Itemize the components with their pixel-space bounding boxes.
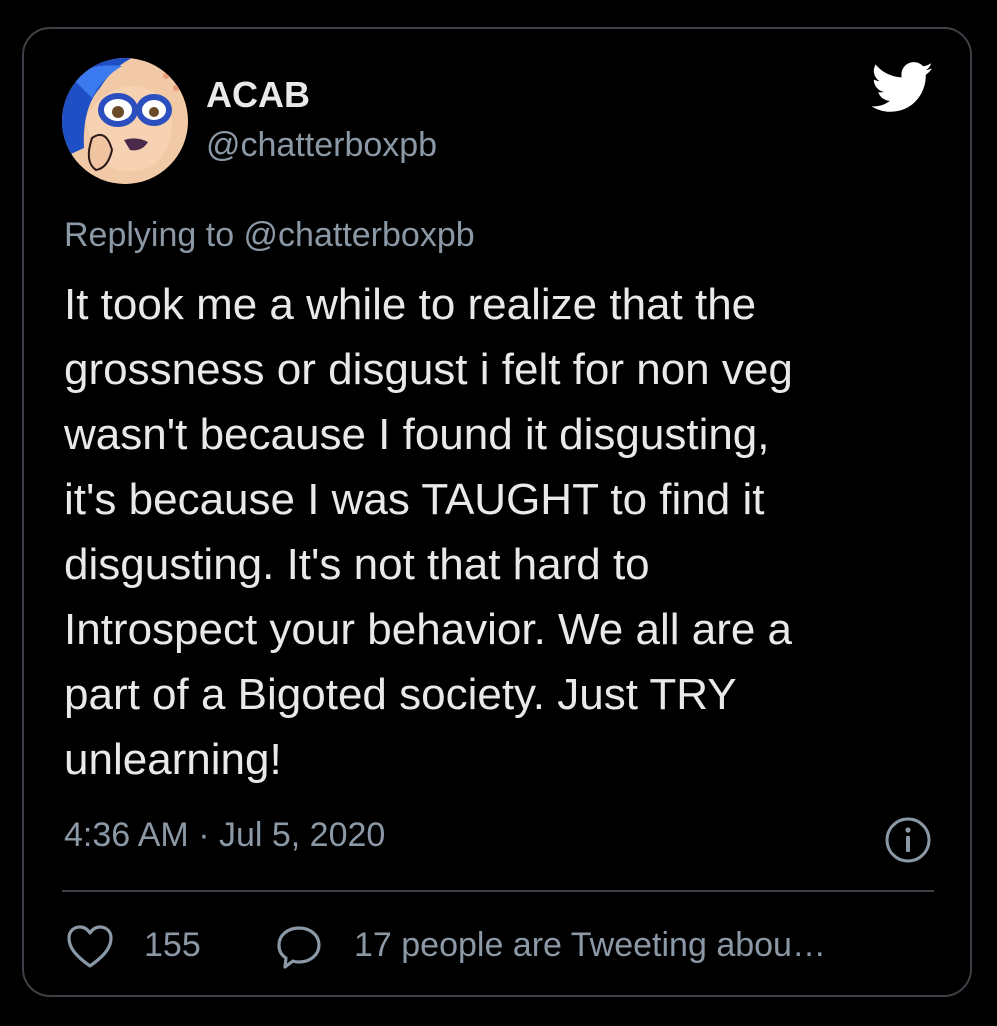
tweeting-about-link[interactable]: 17 people are Tweeting abou… bbox=[354, 926, 826, 965]
replying-to-text[interactable]: Replying to @chatterboxpb bbox=[64, 216, 475, 255]
tweet-text-line: it's because I was TAUGHT to find it bbox=[64, 475, 765, 524]
tweet-timestamp[interactable]: 4:36 AM · Jul 5, 2020 bbox=[64, 816, 385, 855]
tweet-text-line: It took me a while to realize that the bbox=[64, 280, 757, 329]
speech-bubble-icon[interactable] bbox=[276, 924, 322, 970]
tweet-text-line: unlearning! bbox=[64, 735, 282, 784]
divider bbox=[62, 890, 934, 892]
tweet-text-line: grossness or disgust i felt for non veg bbox=[64, 345, 793, 394]
like-count[interactable]: 155 bbox=[144, 926, 201, 965]
tweet-text-line: Introspect your behavior. We all are a bbox=[64, 605, 793, 654]
info-icon[interactable] bbox=[884, 816, 932, 864]
twitter-bird-icon[interactable] bbox=[871, 62, 934, 114]
tweet-text-line: disgusting. It's not that hard to bbox=[64, 540, 650, 589]
tweet-text-line: part of a Bigoted society. Just TRY bbox=[64, 670, 737, 719]
tweet-text-line: wasn't because I found it disgusting, bbox=[64, 410, 770, 459]
author-handle[interactable]: @chatterboxpb bbox=[206, 126, 437, 165]
avatar[interactable] bbox=[62, 58, 188, 184]
tweet-text: It took me a while to realize that the g… bbox=[64, 272, 934, 792]
avatar-icon bbox=[62, 58, 188, 184]
heart-icon[interactable] bbox=[66, 924, 114, 970]
author-display-name[interactable]: ACAB bbox=[206, 74, 310, 116]
